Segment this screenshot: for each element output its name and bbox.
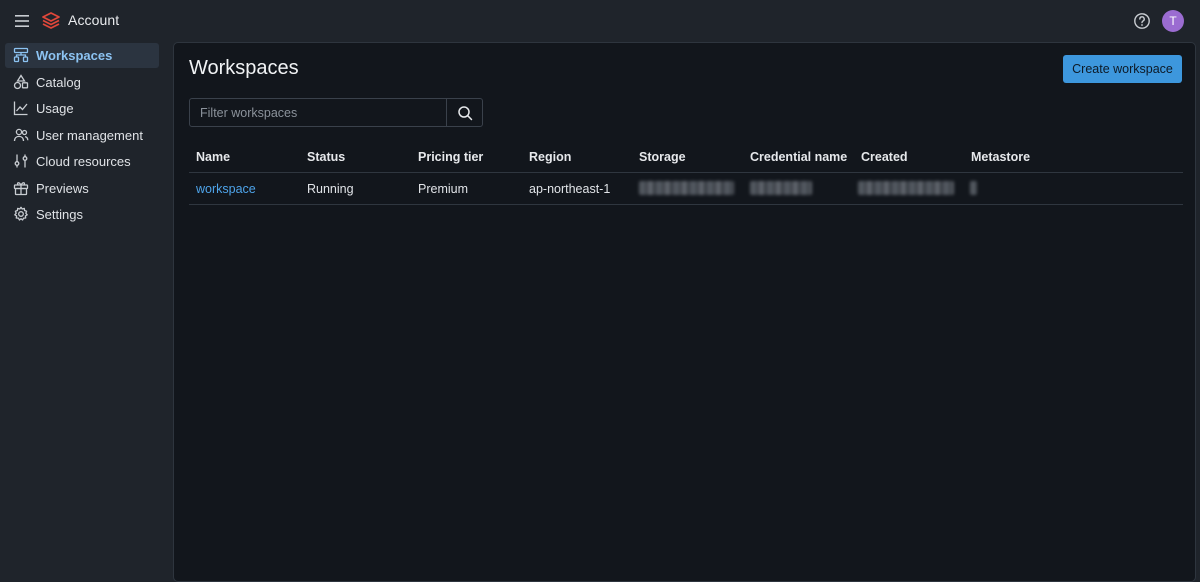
filter-box	[189, 98, 483, 127]
create-workspace-button[interactable]: Create workspace	[1063, 55, 1182, 83]
column-header-created[interactable]: Created	[861, 150, 908, 164]
sidebar-item-catalog[interactable]: Catalog	[5, 70, 159, 95]
sidebar-item-previews[interactable]: Previews	[5, 176, 159, 201]
cloud-resources-icon	[13, 153, 29, 169]
sidebar: Workspaces Catalog Usage User management…	[0, 42, 172, 574]
sidebar-item-label: Cloud resources	[36, 154, 131, 169]
workspace-region: ap-northeast-1	[529, 182, 611, 196]
table-header: Name Status Pricing tier Region Storage …	[189, 141, 1183, 173]
sidebar-item-user-management[interactable]: User management	[5, 123, 159, 148]
gear-icon	[13, 206, 29, 222]
hamburger-menu-icon[interactable]	[12, 11, 32, 31]
filter-workspaces-input[interactable]	[190, 99, 446, 126]
column-header-region[interactable]: Region	[529, 150, 571, 164]
sidebar-item-settings[interactable]: Settings	[5, 202, 159, 227]
workspaces-icon	[13, 47, 29, 63]
top-bar: Account T	[0, 0, 1200, 42]
sidebar-item-label: User management	[36, 128, 143, 143]
help-circle-icon[interactable]	[1132, 11, 1152, 31]
search-icon[interactable]	[446, 99, 482, 126]
stacked-layers-logo	[41, 11, 61, 31]
gift-icon	[13, 180, 29, 196]
column-header-credential-name[interactable]: Credential name	[750, 150, 847, 164]
workspaces-table: Name Status Pricing tier Region Storage …	[189, 141, 1183, 205]
column-header-pricing-tier[interactable]: Pricing tier	[418, 150, 483, 164]
workspace-name-link[interactable]: workspace	[196, 182, 256, 196]
workspace-pricing-tier: Premium	[418, 182, 469, 196]
workspace-credential-redacted	[750, 181, 812, 195]
column-header-metastore[interactable]: Metastore	[971, 150, 1030, 164]
column-header-name[interactable]: Name	[196, 150, 230, 164]
workspace-storage-redacted	[639, 181, 734, 195]
workspace-metastore-redacted	[970, 181, 977, 195]
sidebar-item-label: Previews	[36, 181, 89, 196]
catalog-icon	[13, 74, 29, 90]
column-header-status[interactable]: Status	[307, 150, 345, 164]
app-title: Account	[68, 12, 120, 28]
avatar[interactable]: T	[1162, 10, 1184, 32]
sidebar-item-usage[interactable]: Usage	[5, 96, 159, 121]
usage-chart-icon	[13, 100, 29, 116]
main-panel: Workspaces Create workspace Name Status …	[173, 42, 1196, 582]
sidebar-item-workspaces[interactable]: Workspaces	[5, 43, 159, 68]
column-header-storage[interactable]: Storage	[639, 150, 686, 164]
users-icon	[13, 127, 29, 143]
table-row: workspace Running Premium ap-northeast-1	[189, 173, 1183, 205]
workspace-status: Running	[307, 182, 354, 196]
workspace-created-redacted	[858, 181, 954, 195]
sidebar-item-label: Usage	[36, 101, 74, 116]
sidebar-item-label: Catalog	[36, 75, 81, 90]
sidebar-item-label: Settings	[36, 207, 83, 222]
sidebar-item-label: Workspaces	[36, 48, 113, 63]
sidebar-item-cloud-resources[interactable]: Cloud resources	[5, 149, 159, 174]
page-title: Workspaces	[189, 57, 299, 79]
